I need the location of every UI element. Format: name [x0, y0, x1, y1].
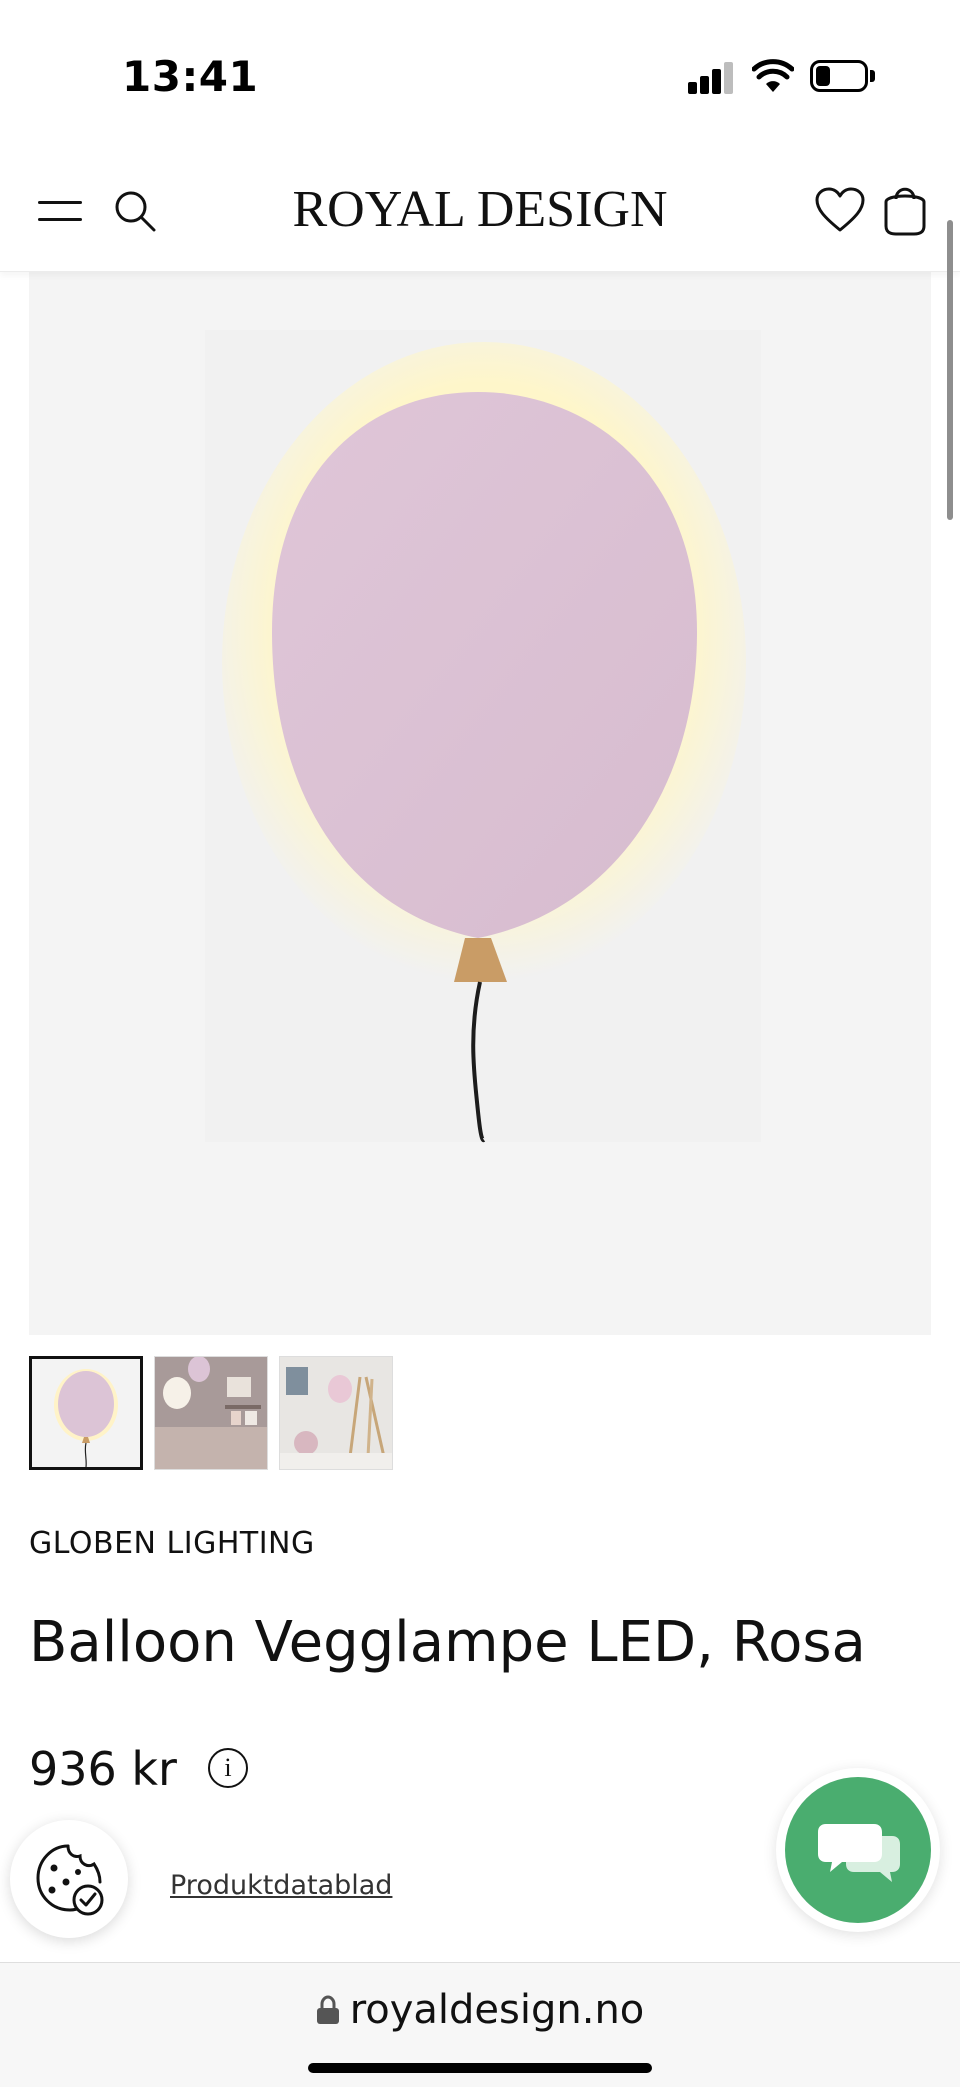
- thumbnail-lifestyle-photo-1[interactable]: [154, 1356, 268, 1470]
- url-field[interactable]: royaldesign.no: [0, 1987, 960, 2033]
- lock-icon: [316, 1995, 340, 2025]
- shopping-bag-icon[interactable]: [882, 182, 928, 236]
- price-info-icon[interactable]: i: [208, 1748, 248, 1788]
- cookie-icon: [36, 1844, 104, 1916]
- heart-icon[interactable]: [814, 186, 866, 234]
- browser-address-bar: royaldesign.no: [0, 1962, 960, 2087]
- status-bar: 13:41: [0, 0, 960, 150]
- home-indicator[interactable]: [308, 2063, 652, 2073]
- chat-button[interactable]: [776, 1768, 940, 1932]
- datasheet-link[interactable]: Produktdatablad: [170, 1870, 392, 1901]
- site-header: ROYAL DESIGN: [0, 150, 960, 272]
- wifi-icon: [752, 59, 794, 92]
- product-brand[interactable]: GLOBEN LIGHTING: [29, 1526, 315, 1561]
- balloon-lamp-image: [222, 342, 746, 1143]
- cookie-settings-button[interactable]: [10, 1820, 128, 1938]
- page-scrollbar[interactable]: [947, 220, 953, 520]
- product-title: Balloon Vegglampe LED, Rosa: [29, 1610, 866, 1675]
- thumbnail-lifestyle-photo-2[interactable]: [279, 1356, 393, 1470]
- battery-icon: [810, 60, 875, 92]
- status-time: 13:41: [122, 52, 259, 101]
- product-price: 936 kr: [29, 1742, 177, 1796]
- thumbnail-product-photo[interactable]: [29, 1356, 143, 1470]
- product-main-image[interactable]: [29, 272, 931, 1335]
- chat-icon: [818, 1824, 900, 1882]
- cellular-signal-icon: [688, 60, 736, 94]
- url-text: royaldesign.no: [349, 1987, 645, 2033]
